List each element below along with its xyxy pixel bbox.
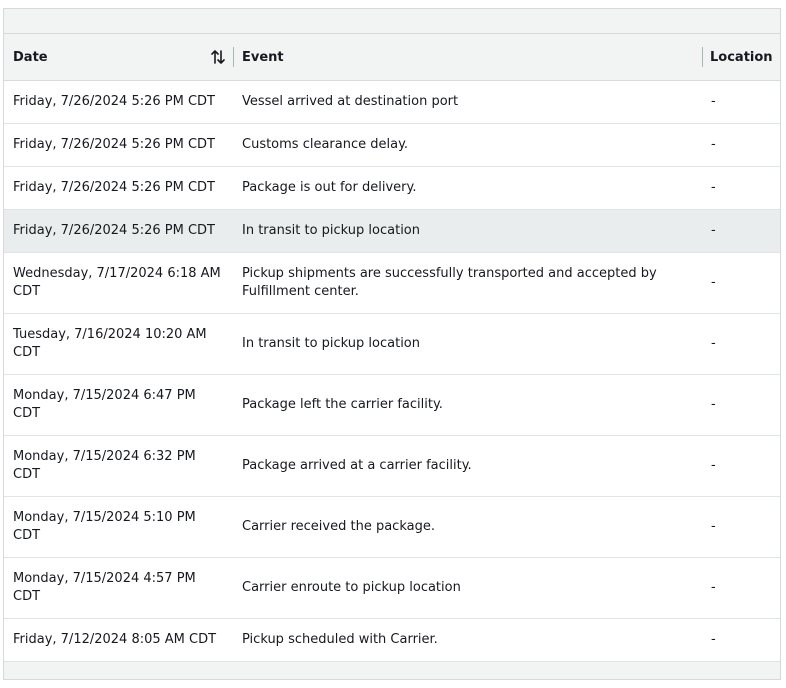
column-header-date[interactable]: Date <box>4 33 233 81</box>
location-cell: - <box>702 313 780 375</box>
date-cell: Friday, 7/12/2024 8:05 AM CDT <box>4 618 233 662</box>
table-row: Monday, 7/15/2024 6:47 PM CDT Package le… <box>4 374 780 436</box>
column-divider[interactable] <box>702 47 703 67</box>
sort-arrows-icon[interactable] <box>211 48 225 66</box>
location-cell: - <box>702 166 780 210</box>
event-cell: Carrier enroute to pickup location <box>233 557 702 619</box>
table-row: Wednesday, 7/17/2024 6:18 AM CDT Pickup … <box>4 252 780 314</box>
column-header-event-label: Event <box>242 49 284 65</box>
date-cell: Monday, 7/15/2024 4:57 PM CDT <box>4 557 233 619</box>
column-header-location-label: Location <box>710 49 773 65</box>
table-row: Tuesday, 7/16/2024 10:20 AM CDT In trans… <box>4 313 780 375</box>
date-cell: Monday, 7/15/2024 5:10 PM CDT <box>4 496 233 558</box>
table-row: Monday, 7/15/2024 4:57 PM CDT Carrier en… <box>4 557 780 619</box>
location-cell: - <box>702 123 780 167</box>
date-cell: Monday, 7/15/2024 6:47 PM CDT <box>4 374 233 436</box>
event-cell: Carrier received the package. <box>233 496 702 558</box>
table-row: Monday, 7/15/2024 6:32 PM CDT Package ar… <box>4 435 780 497</box>
date-cell: Friday, 7/26/2024 5:26 PM CDT <box>4 123 233 167</box>
location-cell: - <box>702 435 780 497</box>
location-cell: - <box>702 252 780 314</box>
event-cell: Package left the carrier facility. <box>233 374 702 436</box>
table-row-highlighted: Friday, 7/26/2024 5:26 PM CDT In transit… <box>4 209 780 253</box>
location-cell: - <box>702 496 780 558</box>
column-header-date-label: Date <box>13 49 48 65</box>
table-row: Friday, 7/26/2024 5:26 PM CDT Vessel arr… <box>4 80 780 124</box>
event-cell: In transit to pickup location <box>233 313 702 375</box>
event-cell: Pickup scheduled with Carrier. <box>233 618 702 662</box>
table-header-row: Date Event Location <box>4 33 780 81</box>
table-row: Friday, 7/12/2024 8:05 AM CDT Pickup sch… <box>4 618 780 662</box>
location-cell: - <box>702 618 780 662</box>
date-cell: Friday, 7/26/2024 5:26 PM CDT <box>4 80 233 124</box>
table-row: Friday, 7/26/2024 5:26 PM CDT Customs cl… <box>4 123 780 167</box>
date-cell: Tuesday, 7/16/2024 10:20 AM CDT <box>4 313 233 375</box>
tracking-events-panel: Date Event Location Friday, 7/26/2024 5:… <box>3 8 781 680</box>
location-cell: - <box>702 557 780 619</box>
tracking-events-table: Date Event Location Friday, 7/26/2024 5:… <box>4 33 780 662</box>
event-cell: In transit to pickup location <box>233 209 702 253</box>
date-cell: Wednesday, 7/17/2024 6:18 AM CDT <box>4 252 233 314</box>
date-cell: Friday, 7/26/2024 5:26 PM CDT <box>4 209 233 253</box>
table-row: Monday, 7/15/2024 5:10 PM CDT Carrier re… <box>4 496 780 558</box>
event-cell: Package is out for delivery. <box>233 166 702 210</box>
date-cell: Friday, 7/26/2024 5:26 PM CDT <box>4 166 233 210</box>
date-cell: Monday, 7/15/2024 6:32 PM CDT <box>4 435 233 497</box>
location-cell: - <box>702 209 780 253</box>
table-row: Friday, 7/26/2024 5:26 PM CDT Package is… <box>4 166 780 210</box>
event-cell: Pickup shipments are successfully transp… <box>233 252 702 314</box>
column-divider[interactable] <box>233 47 234 67</box>
location-cell: - <box>702 80 780 124</box>
location-cell: - <box>702 374 780 436</box>
event-cell: Customs clearance delay. <box>233 123 702 167</box>
event-cell: Package arrived at a carrier facility. <box>233 435 702 497</box>
tracking-table-container: Date Event Location Friday, 7/26/2024 5:… <box>4 33 780 662</box>
column-header-location[interactable]: Location <box>702 33 780 81</box>
event-cell: Vessel arrived at destination port <box>233 80 702 124</box>
column-header-event[interactable]: Event <box>233 33 702 81</box>
